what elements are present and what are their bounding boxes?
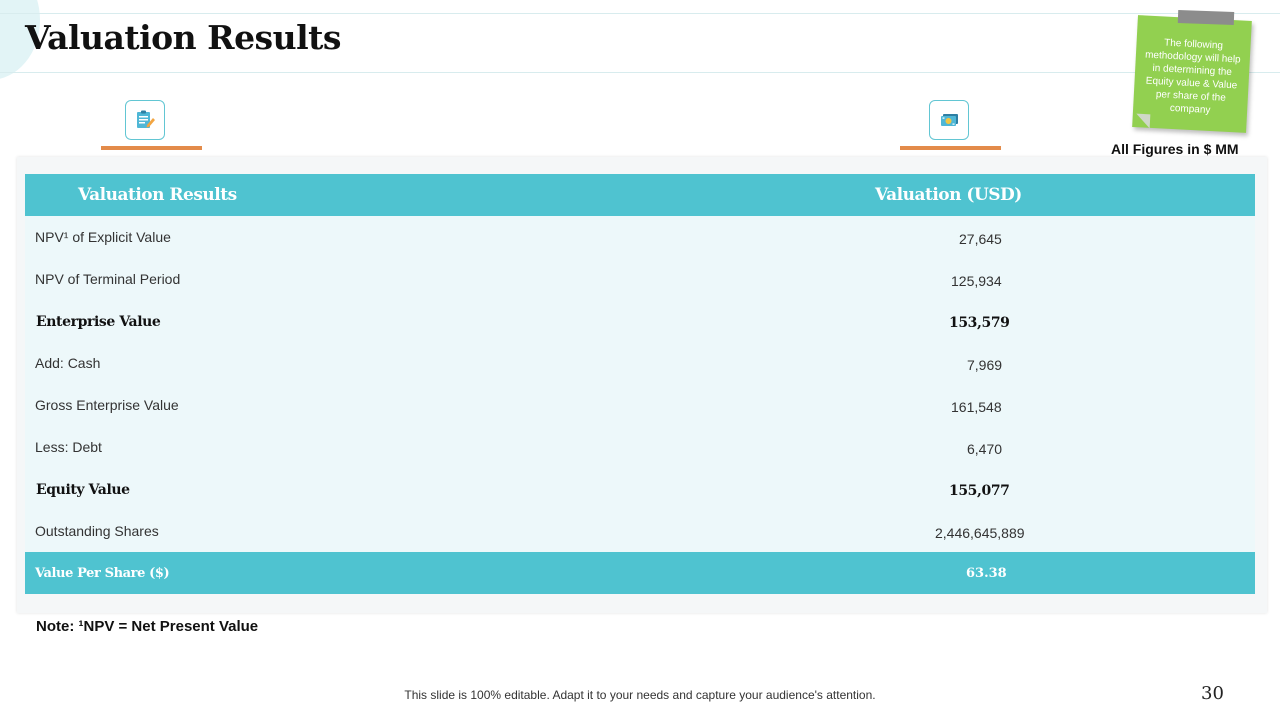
table-row: Outstanding Shares 2,446,645,889 — [25, 510, 1255, 552]
footer-label: Value Per Share ($) — [35, 566, 170, 581]
row-value: 7,969 — [967, 357, 1003, 373]
row-value: 2,446,645,889 — [935, 525, 1025, 541]
row-label: Enterprise Value — [36, 314, 161, 330]
column-header-label: Valuation Results — [78, 185, 237, 205]
row-value: 27,645 — [959, 231, 1002, 247]
table-row: Add: Cash 7,969 — [25, 342, 1255, 384]
row-value: 125,934 — [951, 273, 1002, 289]
row-label: Add: Cash — [35, 355, 101, 371]
page-title: Valuation Results — [25, 18, 342, 57]
row-value: 153,579 — [949, 315, 1010, 331]
page-number: 30 — [1201, 683, 1224, 704]
table-header-row: Valuation Results Valuation (USD) — [25, 174, 1255, 216]
table-body: NPV¹ of Explicit Value 27,645 NPV of Ter… — [25, 216, 1255, 552]
column-header-value: Valuation (USD) — [875, 185, 1022, 205]
figures-unit-note: All Figures in $ MM — [1111, 141, 1239, 157]
row-label: Outstanding Shares — [35, 523, 159, 539]
table-row: NPV¹ of Explicit Value 27,645 — [25, 216, 1255, 258]
sticky-note-fold — [1135, 113, 1151, 129]
table-row: NPV of Terminal Period 125,934 — [25, 258, 1255, 300]
table-row: Enterprise Value 153,579 — [25, 300, 1255, 342]
sticky-note-text: The following methodology will help in d… — [1144, 37, 1241, 117]
row-value: 6,470 — [967, 441, 1003, 457]
sticky-note-tape — [1177, 10, 1235, 25]
footer-value: 63.38 — [966, 566, 1007, 581]
row-value: 161,548 — [951, 399, 1002, 415]
clipboard-edit-icon — [125, 100, 165, 140]
money-icon — [929, 100, 969, 140]
valuation-table: Valuation Results Valuation (USD) NPV¹ o… — [25, 174, 1255, 594]
table-row: Less: Debt 6,470 — [25, 426, 1255, 468]
row-label: NPV¹ of Explicit Value — [35, 229, 171, 245]
table-row: Equity Value 155,077 — [25, 468, 1255, 510]
row-label: NPV of Terminal Period — [35, 271, 181, 287]
editable-disclaimer: This slide is 100% editable. Adapt it to… — [0, 688, 1280, 702]
table-row: Gross Enterprise Value 161,548 — [25, 384, 1255, 426]
left-icon-underline — [101, 146, 202, 150]
row-label: Gross Enterprise Value — [35, 397, 179, 413]
row-value: 155,077 — [949, 483, 1010, 499]
table-footer-row: Value Per Share ($) 63.38 — [25, 552, 1255, 594]
title-divider — [0, 72, 1280, 73]
editable-disclaimer-text: This slide is 100% editable. Adapt it to… — [404, 688, 876, 702]
row-label: Equity Value — [36, 482, 130, 498]
right-icon-underline — [900, 146, 1001, 150]
footnote: Note: ¹NPV = Net Present Value — [36, 618, 259, 635]
top-divider — [0, 13, 1280, 14]
row-label: Less: Debt — [35, 439, 102, 455]
